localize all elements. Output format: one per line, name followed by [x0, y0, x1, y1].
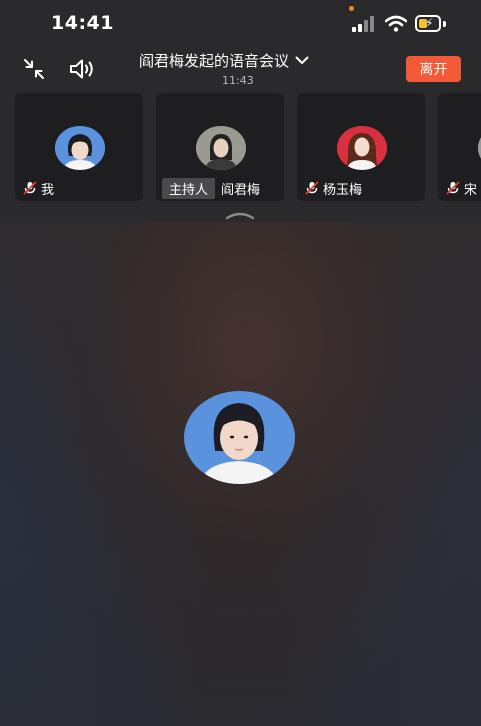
- battery-cap: [443, 21, 446, 27]
- participant-name-row: 主持人 阎君梅: [162, 177, 261, 199]
- person-photo-icon: [196, 126, 246, 170]
- privacy-indicator-dot: [349, 6, 354, 11]
- participant-name-row: 宋: [446, 178, 477, 198]
- participant-tile-host[interactable]: 主持人 阎君梅: [156, 93, 284, 201]
- participant-tile[interactable]: 宋: [438, 93, 481, 201]
- cellular-signal-icon: [352, 16, 374, 32]
- participant-name-row: 杨玉梅: [305, 178, 362, 198]
- active-speaker-avatar: [184, 391, 295, 484]
- participant-name: 宋: [464, 182, 478, 198]
- participant-tile[interactable]: 杨玉梅: [297, 93, 425, 201]
- mic-muted-icon: [23, 181, 37, 195]
- mic-muted-icon: [305, 181, 319, 195]
- avatar: [196, 126, 246, 170]
- participant-tile-me[interactable]: 我: [15, 93, 143, 201]
- meeting-title[interactable]: 阎君梅发起的语音会议: [139, 50, 309, 71]
- chevron-up-handle-icon[interactable]: [224, 210, 256, 220]
- avatar: [55, 126, 105, 170]
- avatar: [337, 126, 387, 170]
- leave-button[interactable]: 离开: [406, 56, 461, 82]
- status-bar: 14:41 ⚡: [0, 0, 481, 46]
- participant-name: 阎君梅: [221, 182, 261, 198]
- collapse-arrows-icon[interactable]: [23, 58, 45, 80]
- call-elapsed-time: 11:43: [222, 74, 254, 87]
- participant-name: 杨玉梅: [323, 182, 363, 198]
- participant-name: 我: [41, 182, 55, 198]
- speaker-icon[interactable]: [68, 57, 96, 81]
- participant-strip[interactable]: 我 主持人 阎君梅 杨玉梅 宋: [0, 93, 481, 203]
- wifi-icon: [385, 15, 407, 32]
- charging-bolt-icon: ⚡: [425, 16, 434, 30]
- person-photo-icon: [55, 126, 105, 170]
- participant-name-row: 我: [23, 178, 54, 198]
- meeting-title-text: 阎君梅发起的语音会议: [139, 52, 290, 70]
- person-photo-icon: [337, 126, 387, 170]
- chevron-down-icon[interactable]: [295, 56, 309, 65]
- host-badge: 主持人: [162, 177, 216, 199]
- person-photo-icon: [184, 391, 295, 484]
- battery-icon: ⚡: [415, 15, 441, 32]
- status-time: 14:41: [51, 12, 114, 34]
- mic-muted-icon: [446, 181, 460, 195]
